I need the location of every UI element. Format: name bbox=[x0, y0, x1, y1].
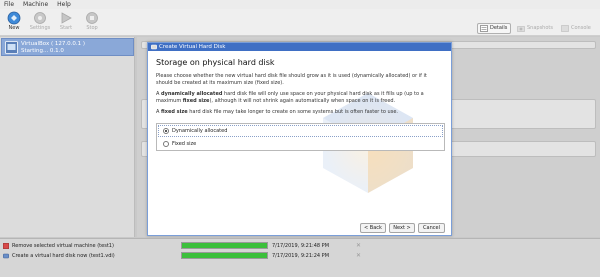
vm-state: Starting... 0.1.0 bbox=[21, 48, 64, 54]
progress-time: 7/17/2019, 9:21:48 PM bbox=[272, 243, 330, 249]
text-bold: fixed size bbox=[182, 98, 210, 104]
progress-bar-fill bbox=[182, 243, 267, 248]
text-bold: fixed size bbox=[161, 109, 188, 115]
stop-button[interactable]: Stop bbox=[80, 11, 104, 35]
hard-disk-icon bbox=[151, 44, 157, 50]
progress-task-text: Create a virtual hard disk now (test1.vd… bbox=[12, 253, 115, 259]
progress-row: Remove selected virtual machine (test1) … bbox=[0, 241, 600, 251]
details-button[interactable]: Details bbox=[477, 23, 512, 34]
console-label: Console bbox=[571, 25, 591, 31]
start-arrow-icon bbox=[61, 12, 72, 24]
progress-time: 7/17/2019, 9:21:24 PM bbox=[272, 253, 330, 259]
stop-icon bbox=[86, 12, 98, 24]
dialog-description: Please choose whether the new virtual ha… bbox=[156, 73, 427, 86]
menu-bar: File Machine Help bbox=[0, 0, 600, 9]
console-icon bbox=[561, 25, 569, 32]
vm-list-item[interactable]: VirtualBox ( 127.0.0.1 ) Starting... 0.1… bbox=[1, 38, 134, 56]
close-icon[interactable]: ✕ bbox=[356, 252, 361, 260]
toolbar: New Settings Start Stop Details Snapshot… bbox=[0, 9, 600, 36]
dialog-fixed-description: A fixed size hard disk file may take lon… bbox=[156, 109, 436, 116]
gear-icon bbox=[34, 12, 46, 24]
hard-disk-icon bbox=[3, 253, 9, 259]
settings-button[interactable]: Settings bbox=[28, 11, 52, 35]
progress-panel: Remove selected virtual machine (test1) … bbox=[0, 238, 600, 277]
fixed-size-radio[interactable]: Fixed size bbox=[163, 140, 196, 148]
vm-list: VirtualBox ( 127.0.0.1 ) Starting... 0.1… bbox=[0, 37, 135, 237]
text-bold: dynamically allocated bbox=[161, 91, 223, 97]
vm-name: VirtualBox ( 127.0.0.1 ) bbox=[21, 41, 85, 47]
radio-button-unchecked[interactable] bbox=[163, 141, 169, 147]
menu-machine[interactable]: Machine bbox=[23, 0, 48, 9]
new-button[interactable]: New bbox=[2, 11, 26, 35]
progress-bar bbox=[181, 242, 268, 249]
vm-os-icon bbox=[5, 41, 18, 54]
dialog-heading: Storage on physical hard disk bbox=[156, 58, 275, 67]
radio-button-checked[interactable] bbox=[163, 128, 169, 134]
create-virtual-hard-disk-dialog: Create Virtual Hard Disk Storage on phys… bbox=[147, 42, 452, 236]
progress-task-text: Remove selected virtual machine (test1) bbox=[12, 243, 114, 249]
progress-row: Create a virtual hard disk now (test1.vd… bbox=[0, 251, 600, 261]
remove-vm-icon bbox=[3, 243, 9, 249]
snapshots-button[interactable]: Snapshots bbox=[514, 23, 557, 34]
console-button[interactable]: Console bbox=[558, 23, 595, 34]
start-button[interactable]: Start bbox=[54, 11, 78, 35]
progress-bar-fill bbox=[182, 253, 267, 258]
next-button[interactable]: Next > bbox=[389, 223, 415, 233]
menu-file[interactable]: File bbox=[4, 0, 14, 9]
snapshots-label: Snapshots bbox=[527, 25, 553, 31]
dialog-title-bar: Create Virtual Hard Disk bbox=[148, 43, 451, 51]
text-segment: hard disk file may take longer to create… bbox=[187, 109, 398, 115]
radio-label: Dynamically allocated bbox=[172, 128, 228, 134]
new-button-label: New bbox=[8, 25, 20, 31]
details-label: Details bbox=[490, 25, 508, 31]
radio-label: Fixed size bbox=[172, 141, 197, 147]
progress-bar bbox=[181, 252, 268, 259]
dialog-title: Create Virtual Hard Disk bbox=[159, 44, 226, 50]
dynamically-allocated-radio[interactable]: Dynamically allocated bbox=[163, 127, 227, 135]
start-button-label: Start bbox=[59, 25, 73, 31]
stop-button-label: Stop bbox=[86, 25, 98, 31]
close-icon[interactable]: ✕ bbox=[356, 242, 361, 250]
dialog-dynamic-description: A dynamically allocated hard disk file w… bbox=[156, 91, 436, 105]
camera-icon bbox=[517, 26, 525, 32]
text-segment: ), although it will not shrink again aut… bbox=[209, 98, 396, 104]
back-button[interactable]: < Back bbox=[360, 223, 386, 233]
cancel-button[interactable]: Cancel bbox=[418, 223, 445, 233]
storage-type-options: Dynamically allocated Fixed size bbox=[156, 123, 445, 151]
details-icon bbox=[480, 25, 488, 32]
settings-button-label: Settings bbox=[29, 25, 51, 31]
new-machine-icon bbox=[7, 11, 21, 25]
menu-help[interactable]: Help bbox=[57, 0, 71, 9]
